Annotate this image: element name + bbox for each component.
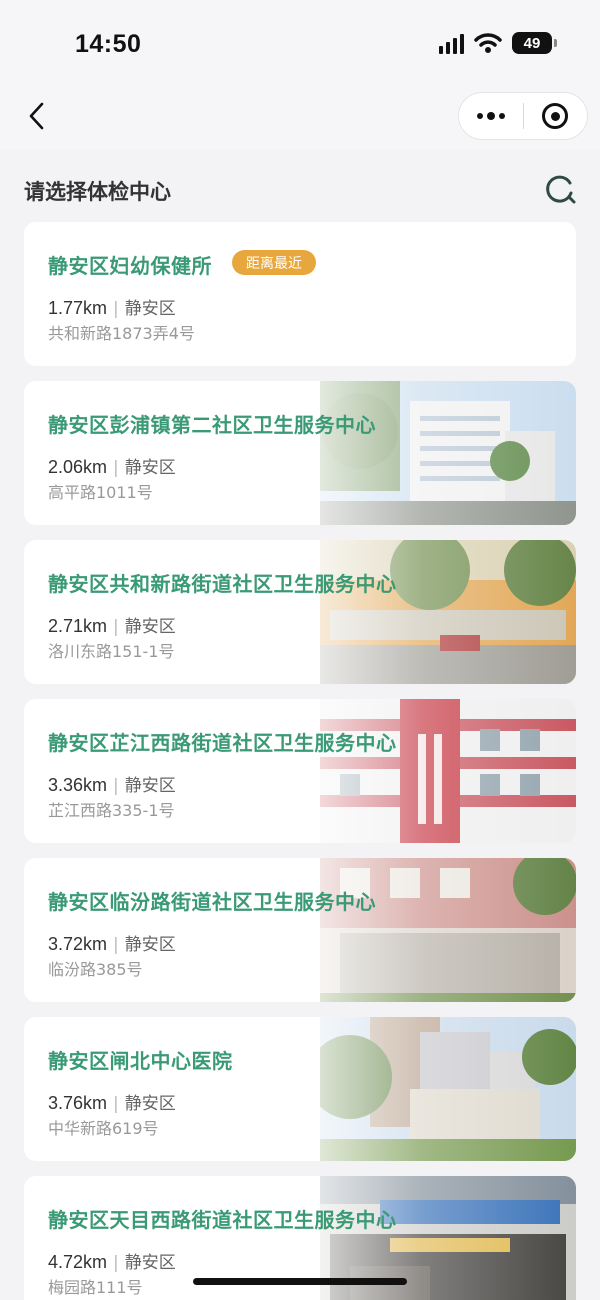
center-distance: 3.76km bbox=[48, 1093, 108, 1113]
center-address: 共和新路1873弄4号 bbox=[48, 324, 195, 343]
battery-icon: 49 bbox=[512, 32, 557, 54]
meta-separator: | bbox=[113, 776, 119, 796]
nav-bar bbox=[0, 80, 600, 150]
status-time: 14:50 bbox=[75, 30, 142, 58]
center-district: 静安区 bbox=[124, 776, 176, 796]
target-icon bbox=[542, 103, 569, 129]
center-distance: 4.72km bbox=[48, 1252, 108, 1272]
center-address: 中华新路619号 bbox=[48, 1119, 159, 1138]
center-card[interactable]: 静安区临汾路街道社区卫生服务中心 3.72km | 静安区 临汾路385号 bbox=[24, 858, 576, 1002]
back-button[interactable] bbox=[18, 96, 54, 136]
center-card[interactable]: 静安区闸北中心医院 3.76km | 静安区 中华新路619号 bbox=[24, 1017, 576, 1161]
center-name: 静安区天目西路街道社区卫生服务中心 bbox=[48, 1208, 397, 1232]
center-distance: 3.36km bbox=[48, 775, 108, 795]
more-dots-icon bbox=[476, 112, 505, 120]
chevron-left-icon bbox=[29, 102, 44, 130]
center-name: 静安区妇幼保健所 bbox=[48, 254, 212, 278]
center-photo bbox=[308, 1017, 576, 1161]
center-district: 静安区 bbox=[124, 935, 176, 955]
status-icons: 49 bbox=[439, 32, 557, 54]
center-address: 临汾路385号 bbox=[48, 960, 143, 979]
center-card[interactable]: 静安区妇幼保健所 距离最近 1.77km | 静安区 共和新路1873弄4号 bbox=[24, 222, 576, 366]
center-address: 洛川东路151-1号 bbox=[48, 642, 175, 661]
center-district: 静安区 bbox=[124, 458, 176, 478]
home-indicator[interactable] bbox=[193, 1278, 407, 1285]
center-distance: 2.71km bbox=[48, 616, 108, 636]
center-meta: 3.76km | 静安区 bbox=[48, 1089, 176, 1114]
center-name: 静安区彭浦镇第二社区卫生服务中心 bbox=[48, 413, 376, 437]
center-district: 静安区 bbox=[124, 1253, 176, 1273]
center-name: 静安区共和新路街道社区卫生服务中心 bbox=[48, 572, 397, 596]
center-district: 静安区 bbox=[124, 299, 176, 319]
meta-separator: | bbox=[113, 1253, 119, 1273]
status-bar: 14:50 49 bbox=[0, 0, 600, 80]
wifi-icon bbox=[474, 33, 502, 53]
center-address: 芷江西路335-1号 bbox=[48, 801, 175, 820]
center-photo bbox=[320, 540, 576, 684]
search-icon bbox=[546, 175, 576, 204]
center-card[interactable]: 静安区芷江西路街道社区卫生服务中心 3.36km | 静安区 芷江西路335-1号 bbox=[24, 699, 576, 843]
cellular-signal-icon bbox=[439, 32, 464, 54]
center-address: 高平路1011号 bbox=[48, 483, 153, 502]
center-meta: 2.06km | 静安区 bbox=[48, 453, 176, 478]
center-distance: 1.77km bbox=[48, 298, 108, 318]
center-name: 静安区临汾路街道社区卫生服务中心 bbox=[48, 890, 376, 914]
center-name: 静安区芷江西路街道社区卫生服务中心 bbox=[48, 731, 397, 755]
nearest-badge: 距离最近 bbox=[232, 250, 316, 275]
center-district: 静安区 bbox=[124, 1094, 176, 1114]
meta-separator: | bbox=[113, 935, 119, 955]
center-meta: 4.72km | 静安区 bbox=[48, 1248, 176, 1273]
meta-separator: | bbox=[113, 458, 119, 478]
center-distance: 3.72km bbox=[48, 934, 108, 954]
page-title: 请选择体检中心 bbox=[24, 180, 171, 204]
more-button[interactable] bbox=[459, 93, 523, 139]
center-meta: 2.71km | 静安区 bbox=[48, 612, 176, 637]
close-mini-program-button[interactable] bbox=[524, 93, 588, 139]
mini-program-capsule bbox=[458, 92, 588, 140]
center-district: 静安区 bbox=[124, 617, 176, 637]
center-card[interactable]: 静安区彭浦镇第二社区卫生服务中心 2.06km | 静安区 高平路1011号 bbox=[24, 381, 576, 525]
center-card[interactable]: 静安区共和新路街道社区卫生服务中心 2.71km | 静安区 洛川东路151-1号 bbox=[24, 540, 576, 684]
center-distance: 2.06km bbox=[48, 457, 108, 477]
center-address: 梅园路111号 bbox=[48, 1278, 143, 1297]
meta-separator: | bbox=[113, 299, 119, 319]
center-photo bbox=[320, 858, 576, 1002]
center-photo bbox=[320, 699, 576, 843]
meta-separator: | bbox=[113, 617, 119, 637]
center-photo bbox=[320, 381, 576, 525]
center-meta: 3.36km | 静安区 bbox=[48, 771, 176, 796]
meta-separator: | bbox=[113, 1094, 119, 1114]
center-meta: 1.77km | 静安区 bbox=[48, 294, 176, 319]
search-button[interactable] bbox=[544, 173, 578, 207]
center-name: 静安区闸北中心医院 bbox=[48, 1049, 233, 1073]
center-meta: 3.72km | 静安区 bbox=[48, 930, 176, 955]
